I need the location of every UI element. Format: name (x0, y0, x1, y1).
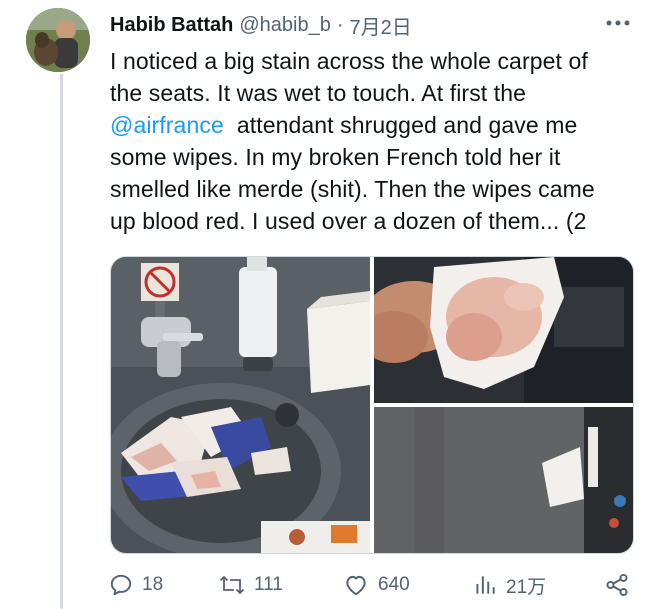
reply-button[interactable]: 18 (108, 566, 163, 604)
reply-count: 18 (142, 574, 164, 595)
tweet-line: the seats. It was wet to touch. At first… (110, 80, 527, 106)
photo-sink-with-wipes[interactable] (111, 257, 370, 553)
views-button[interactable]: 21万 (472, 566, 546, 604)
like-button[interactable]: 640 (342, 566, 410, 604)
action-bar: 18 111 640 21万 (104, 566, 638, 604)
tweet-line: I noticed a big stain across the whole c… (110, 48, 588, 74)
avatar[interactable] (26, 8, 90, 72)
tweet: Habib Battah @habib_b · 7月2日 I noticed a… (0, 0, 660, 609)
repost-icon (219, 575, 245, 595)
reply-icon (110, 574, 132, 596)
tweet-line: @airfrance attendant shrugged and gave m… (110, 109, 640, 141)
heart-icon (346, 575, 366, 596)
tweet-line: smelled like merde (shit). Then the wipe… (110, 176, 595, 202)
repost-button[interactable]: 111 (218, 566, 283, 604)
like-count: 640 (378, 574, 410, 595)
thread-line (60, 74, 63, 609)
tweet-header: Habib Battah @habib_b · 7月2日 (110, 10, 412, 40)
tweet-line: up blood red. I used over a dozen of the… (110, 208, 587, 234)
more-options-button[interactable] (600, 8, 636, 38)
tweet-line-text: attendant shrugged and gave me (236, 112, 578, 138)
view-count: 21万 (506, 576, 547, 598)
share-button[interactable] (604, 566, 630, 604)
media-grid (110, 256, 634, 554)
tweet-date[interactable]: 7月2日 (350, 11, 412, 40)
photo-stained-wipe[interactable] (374, 257, 633, 403)
more-horizontal-icon (606, 20, 630, 26)
separator-dot: · (336, 13, 344, 36)
analytics-icon (476, 576, 495, 594)
tweet-line: some wipes. In my broken French told her… (110, 144, 561, 170)
tweet-text: I noticed a big stain across the whole c… (110, 45, 640, 237)
photo-stained-seat[interactable] (374, 407, 633, 553)
mention-link[interactable]: @airfrance (110, 112, 224, 138)
share-icon (606, 573, 628, 597)
user-handle[interactable]: @habib_b (239, 14, 330, 37)
repost-count: 111 (254, 574, 283, 595)
display-name[interactable]: Habib Battah (110, 14, 233, 37)
